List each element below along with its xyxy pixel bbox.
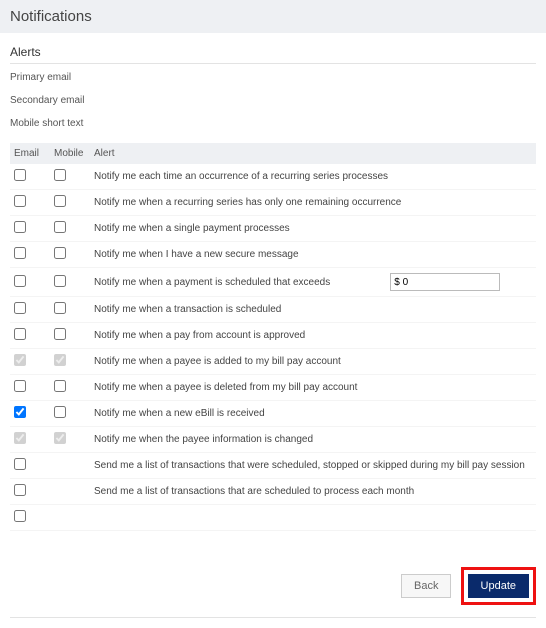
page-title: Notifications — [0, 0, 546, 33]
secondary-email-label: Secondary email — [10, 89, 536, 112]
alert-text: Notify me when a transaction is schedule… — [90, 297, 536, 323]
email-checkbox[interactable] — [14, 302, 26, 314]
mobile-checkbox[interactable] — [54, 195, 66, 207]
email-checkbox[interactable] — [14, 169, 26, 181]
mobile-checkbox[interactable] — [54, 380, 66, 392]
table-row: Notify me when a payee is added to my bi… — [10, 349, 536, 375]
table-row: Send me a list of transactions that were… — [10, 453, 536, 479]
alerts-heading: Alerts — [10, 39, 536, 64]
email-checkbox[interactable] — [14, 406, 26, 418]
alert-text: Notify me when a single payment processe… — [90, 216, 536, 242]
alert-text: Notify me when a new eBill is received — [90, 401, 536, 427]
col-header-mobile: Mobile — [50, 143, 90, 164]
email-checkbox[interactable] — [14, 484, 26, 496]
alert-text: Notify me when a payee is deleted from m… — [90, 375, 536, 401]
col-header-email: Email — [10, 143, 50, 164]
alerts-section: Alerts Primary email Secondary email Mob… — [0, 33, 546, 135]
table-row: Notify me when a payee is deleted from m… — [10, 375, 536, 401]
table-row: Notify me when the payee information is … — [10, 427, 536, 453]
mobile-checkbox — [54, 354, 66, 366]
table-row: Notify me each time an occurrence of a r… — [10, 164, 536, 190]
alert-text: Send me a list of transactions that are … — [90, 479, 536, 505]
email-checkbox[interactable] — [14, 328, 26, 340]
mobile-checkbox[interactable] — [54, 247, 66, 259]
mobile-checkbox[interactable] — [54, 221, 66, 233]
mobile-checkbox[interactable] — [54, 275, 66, 287]
mobile-checkbox[interactable] — [54, 302, 66, 314]
amount-input[interactable] — [390, 273, 500, 291]
alert-text: Send me a list of transactions that were… — [90, 453, 536, 479]
email-checkbox[interactable] — [14, 247, 26, 259]
mobile-short-text-label: Mobile short text — [10, 112, 536, 135]
primary-email-label: Primary email — [10, 66, 536, 89]
table-row: Notify me when a single payment processe… — [10, 216, 536, 242]
email-checkbox[interactable] — [14, 458, 26, 470]
email-checkbox — [14, 432, 26, 444]
table-row: Notify me when a pay from account is app… — [10, 323, 536, 349]
mobile-checkbox[interactable] — [54, 328, 66, 340]
alert-text: Notify me each time an occurrence of a r… — [90, 164, 536, 190]
alert-text: Notify me when I have a new secure messa… — [90, 242, 536, 268]
alert-text: Notify me when a payee is added to my bi… — [90, 349, 536, 375]
back-button[interactable]: Back — [401, 574, 451, 598]
email-checkbox[interactable] — [14, 195, 26, 207]
email-checkbox[interactable] — [14, 221, 26, 233]
update-button[interactable]: Update — [468, 574, 529, 598]
table-row: Notify me when I have a new secure messa… — [10, 242, 536, 268]
table-row: Notify me when a new eBill is received — [10, 401, 536, 427]
email-checkbox[interactable] — [14, 380, 26, 392]
table-row: Notify me when a recurring series has on… — [10, 190, 536, 216]
email-checkbox — [14, 354, 26, 366]
table-row: Notify me when a transaction is schedule… — [10, 297, 536, 323]
email-checkbox[interactable] — [14, 275, 26, 287]
col-header-alert: Alert — [90, 143, 536, 164]
mobile-checkbox[interactable] — [54, 406, 66, 418]
mobile-checkbox — [54, 432, 66, 444]
alert-text: Notify me when a recurring series has on… — [90, 190, 536, 216]
email-checkbox[interactable] — [14, 510, 26, 522]
table-row: Notify me when a payment is scheduled th… — [10, 268, 536, 297]
alert-text: Notify me when the payee information is … — [90, 427, 536, 453]
footer-actions: Back Update — [10, 567, 536, 618]
table-row: Send me a list of transactions that are … — [10, 479, 536, 505]
update-highlight: Update — [461, 567, 536, 605]
alerts-table: Email Mobile Alert Notify me each time a… — [10, 143, 536, 531]
alert-text: Notify me when a payment is scheduled th… — [94, 277, 330, 288]
mobile-checkbox[interactable] — [54, 169, 66, 181]
alert-text: Notify me when a pay from account is app… — [90, 323, 536, 349]
alert-text — [90, 505, 536, 531]
table-row — [10, 505, 536, 531]
